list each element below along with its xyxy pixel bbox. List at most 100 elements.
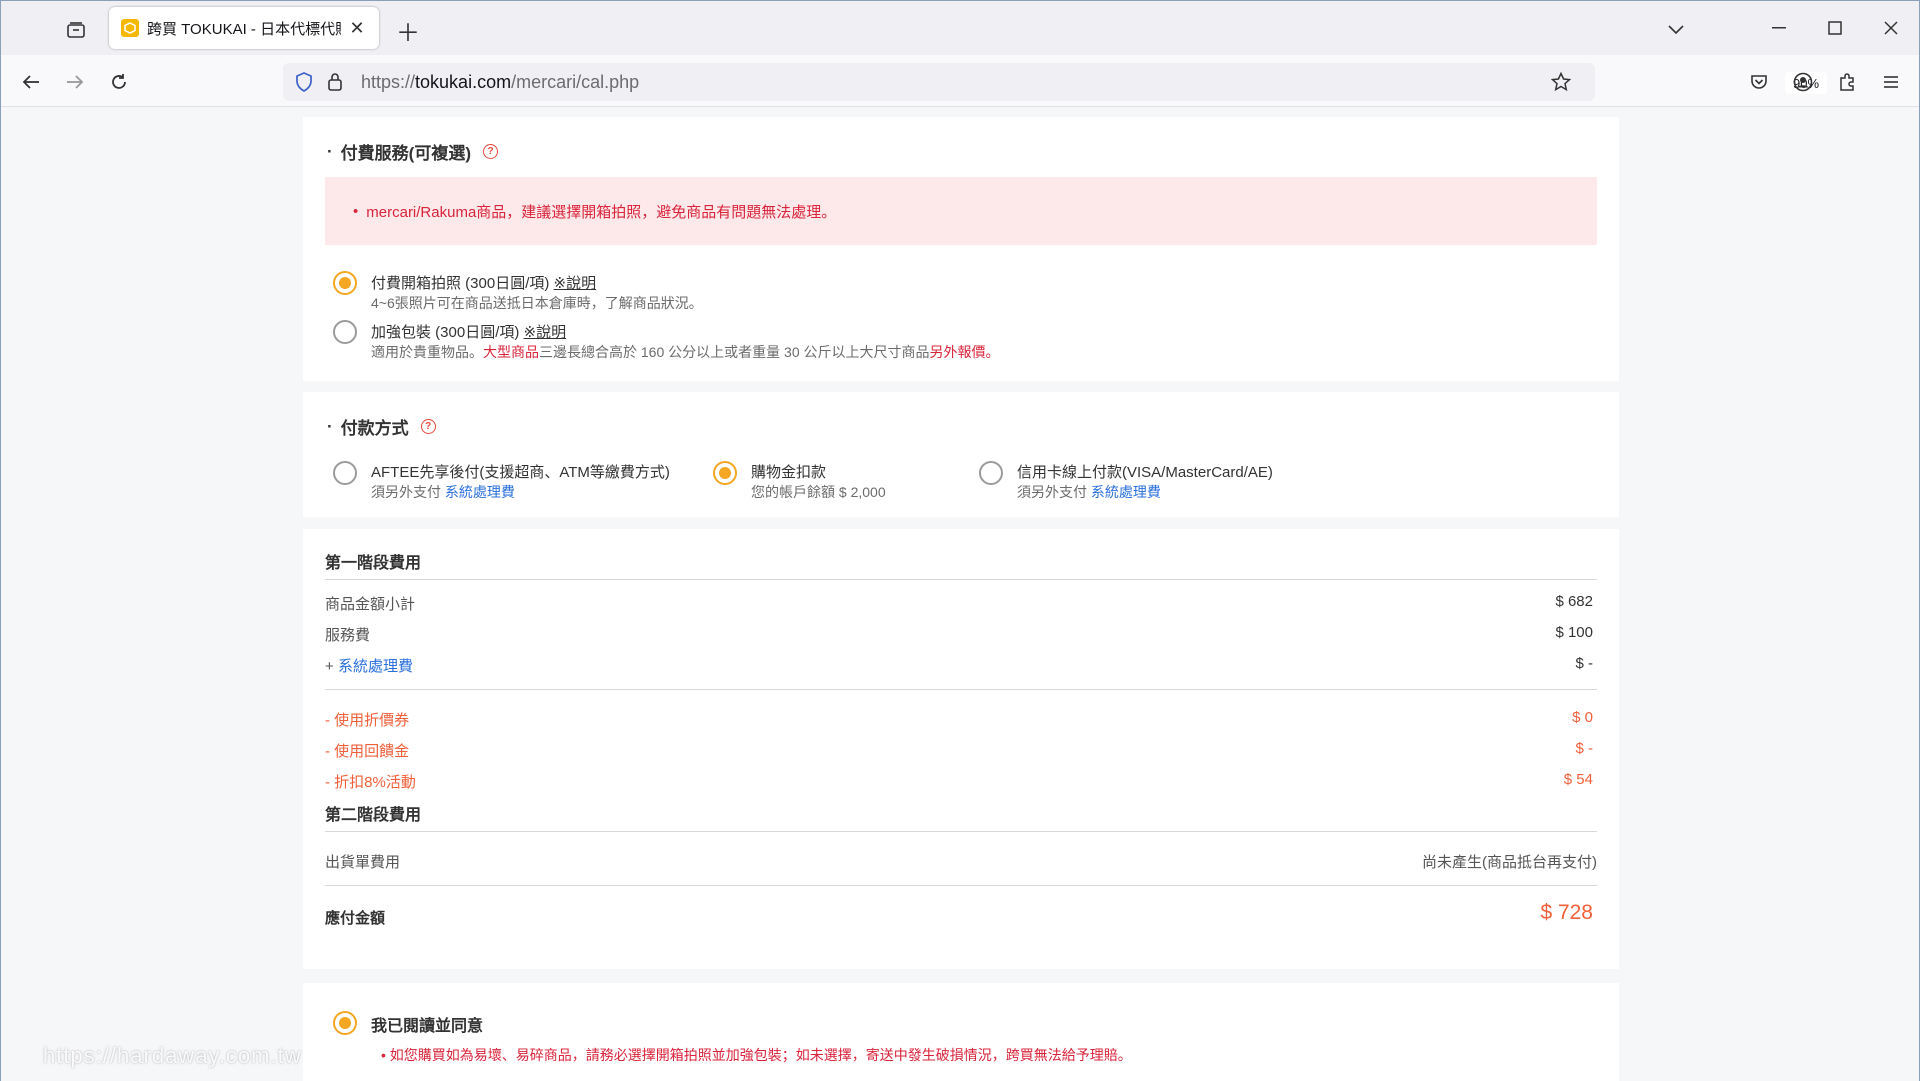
subtotal-row: 商品金額小計 $ 682 xyxy=(325,593,1597,617)
divider xyxy=(325,579,1597,580)
shipping-fee-label: 出貨單費用 xyxy=(325,854,401,871)
reinforced-packaging-text: 加強包裝 (300日圓/項) xyxy=(371,324,520,341)
tab-title: 跨買 TOKUKAI - 日本代標代購 xyxy=(147,20,341,38)
firefox-view-button[interactable] xyxy=(59,15,93,45)
total-value: $ 728 xyxy=(1540,901,1593,924)
rebate-value: $ - xyxy=(1575,740,1593,757)
mercari-alert: • mercari/Rakuma商品，建議選擇開箱拍照，避免商品有問題無法處理。 xyxy=(325,177,1597,245)
navigation-toolbar: https://tokukai.com/mercari/cal.php 90% xyxy=(1,55,1919,107)
system-fee-label: + 系統處理費 xyxy=(325,655,413,676)
coupon-row: - 使用折價券 $ 0 xyxy=(325,709,1597,733)
arrow-left-icon xyxy=(22,75,39,89)
address-bar[interactable]: https://tokukai.com/mercari/cal.php 90% xyxy=(283,63,1828,101)
maximize-icon xyxy=(1828,21,1842,35)
url-path: /mercari/cal.php xyxy=(511,71,640,92)
maximize-button[interactable] xyxy=(1807,1,1863,55)
extensions-button[interactable] xyxy=(1831,66,1863,98)
close-tab-icon[interactable]: ✕ xyxy=(347,18,367,39)
url-scheme: https:// xyxy=(361,71,416,92)
subtotal-value: $ 682 xyxy=(1555,593,1593,610)
reload-icon xyxy=(112,74,126,89)
account-balance-text: 您的帳戶餘額 $ 2,000 xyxy=(751,484,886,500)
aftee-radio[interactable] xyxy=(333,461,357,485)
minimize-icon xyxy=(1772,27,1786,29)
rebate-row: - 使用回饋金 $ - xyxy=(325,740,1597,764)
shipping-fee-value: 尚未產生(商品抵台再支付) xyxy=(1422,854,1597,871)
reinforced-packaging-radio[interactable] xyxy=(333,320,357,344)
credit-card-label: 信用卡線上付款(VISA/MasterCard/AE) xyxy=(1017,464,1273,481)
agreement-note: • 如您購買如為易壞、易碎商品，請務必選擇開箱拍照並加強包裝；如未選擇，寄送中發… xyxy=(381,1047,1132,1063)
new-tab-button[interactable]: ＋ xyxy=(393,15,423,47)
divider xyxy=(325,885,1597,886)
unboxing-photo-label: 付費開箱拍照 (300日圓/項) ※說明 xyxy=(371,272,596,293)
unboxing-photo-radio[interactable] xyxy=(333,271,357,295)
coupon-value: $ 0 xyxy=(1572,709,1593,726)
subtotal-label: 商品金額小計 xyxy=(325,596,416,613)
help-icon[interactable]: ? xyxy=(420,419,436,434)
agree-radio[interactable] xyxy=(333,1011,357,1035)
firefox-view-icon xyxy=(67,22,85,38)
tab-tokukai[interactable]: 跨買 TOKUKAI - 日本代標代購 ✕ xyxy=(109,7,379,49)
large-item-text: 大型商品 xyxy=(483,344,539,360)
list-all-tabs-button[interactable] xyxy=(1661,15,1691,45)
shield-icon[interactable] xyxy=(295,72,313,97)
paid-services-card: · 付費服務(可複選) ? • mercari/Rakuma商品，建議選擇開箱拍照，… xyxy=(303,117,1619,381)
agreement-note-text: 如您購買如為易壞、易碎商品，請務必選擇開箱拍照並加強包裝；如未選擇，寄送中發生破… xyxy=(389,1047,1132,1063)
payment-title: 付款方式 xyxy=(340,419,409,438)
menu-button[interactable] xyxy=(1875,66,1907,98)
packaging-desc-a: 適用於貴重物品。 xyxy=(371,344,483,360)
tab-strip: 跨買 TOKUKAI - 日本代標代購 ✕ ＋ xyxy=(1,1,1919,55)
reload-button[interactable] xyxy=(103,66,135,98)
shopping-credit-label: 購物金扣款 xyxy=(751,464,827,481)
credit-card-radio[interactable] xyxy=(979,461,1003,485)
unboxing-info-link[interactable]: ※說明 xyxy=(554,275,597,292)
forward-button[interactable] xyxy=(59,66,91,98)
minimize-button[interactable] xyxy=(1751,1,1807,55)
divider xyxy=(325,831,1597,832)
service-fee-value: $ 100 xyxy=(1555,624,1593,641)
paid-services-heading: · 付費服務(可複選) ? xyxy=(327,139,498,164)
back-button[interactable] xyxy=(15,66,47,98)
stage1-title: 第一階段費用 xyxy=(325,555,422,572)
unboxing-photo-text: 付費開箱拍照 (300日圓/項) xyxy=(371,275,550,292)
tokukai-favicon-icon xyxy=(121,19,139,37)
system-fee-value: $ - xyxy=(1575,655,1593,672)
url-text[interactable]: https://tokukai.com/mercari/cal.php xyxy=(361,72,639,93)
bookmark-star-icon[interactable] xyxy=(1550,71,1572,97)
fees-card: 第一階段費用 商品金額小計 $ 682 服務費 $ 100 + 系統處理費 $ … xyxy=(303,529,1619,969)
url-host: tokukai.com xyxy=(415,71,512,92)
separate-quote-text: 另外報價 xyxy=(929,344,986,360)
discount-row: - 折扣8%活動 $ 54 xyxy=(325,771,1597,795)
credit-card-desc: 須另外支付 系統處理費 xyxy=(1017,482,1161,502)
agree-label: 我已閱讀並同意 xyxy=(371,1018,484,1035)
reinforced-packaging-label: 加強包裝 (300日圓/項) ※說明 xyxy=(371,321,566,342)
system-fee-link[interactable]: 系統處理費 xyxy=(338,658,413,675)
system-fee-row: + 系統處理費 $ - xyxy=(325,655,1597,679)
account-icon xyxy=(1793,72,1813,92)
aftee-label: AFTEE先享後付(支援超商、ATM等繳費方式) xyxy=(371,464,670,481)
shopping-credit-radio[interactable] xyxy=(713,461,737,485)
packaging-info-link[interactable]: ※說明 xyxy=(524,324,567,341)
aftee-desc-text: 須另外支付 xyxy=(371,484,445,500)
close-window-button[interactable] xyxy=(1863,1,1919,55)
arrow-right-icon xyxy=(67,75,84,89)
credit-card-desc-text: 須另外支付 xyxy=(1017,484,1091,500)
stage2-title: 第二階段費用 xyxy=(325,807,422,824)
service-fee-label: 服務費 xyxy=(325,627,371,644)
pocket-icon xyxy=(1751,75,1767,89)
packaging-desc-end: 。 xyxy=(985,344,1000,360)
puzzle-icon xyxy=(1840,73,1854,91)
lock-icon[interactable] xyxy=(327,72,343,97)
help-icon[interactable]: ? xyxy=(483,144,498,159)
aftee-desc: 須另外支付 系統處理費 xyxy=(371,482,515,502)
credit-card-fee-link[interactable]: 系統處理費 xyxy=(1091,484,1161,500)
coupon-label: - 使用折價券 xyxy=(325,712,410,729)
account-button[interactable] xyxy=(1787,66,1819,98)
reinforced-packaging-desc: 適用於貴重物品。大型商品三邊長總合高於 160 公分以上或者重量 30 公斤以上… xyxy=(371,342,1000,362)
plus-prefix: + xyxy=(325,658,338,675)
rebate-label: - 使用回饋金 xyxy=(325,743,410,760)
pocket-button[interactable] xyxy=(1743,66,1775,98)
aftee-fee-link[interactable]: 系統處理費 xyxy=(445,484,515,500)
hamburger-menu-icon xyxy=(1884,76,1898,88)
agreement-card: 我已閱讀並同意 • 如您購買如為易壞、易碎商品，請務必選擇開箱拍照並加強包裝；如… xyxy=(303,983,1619,1081)
